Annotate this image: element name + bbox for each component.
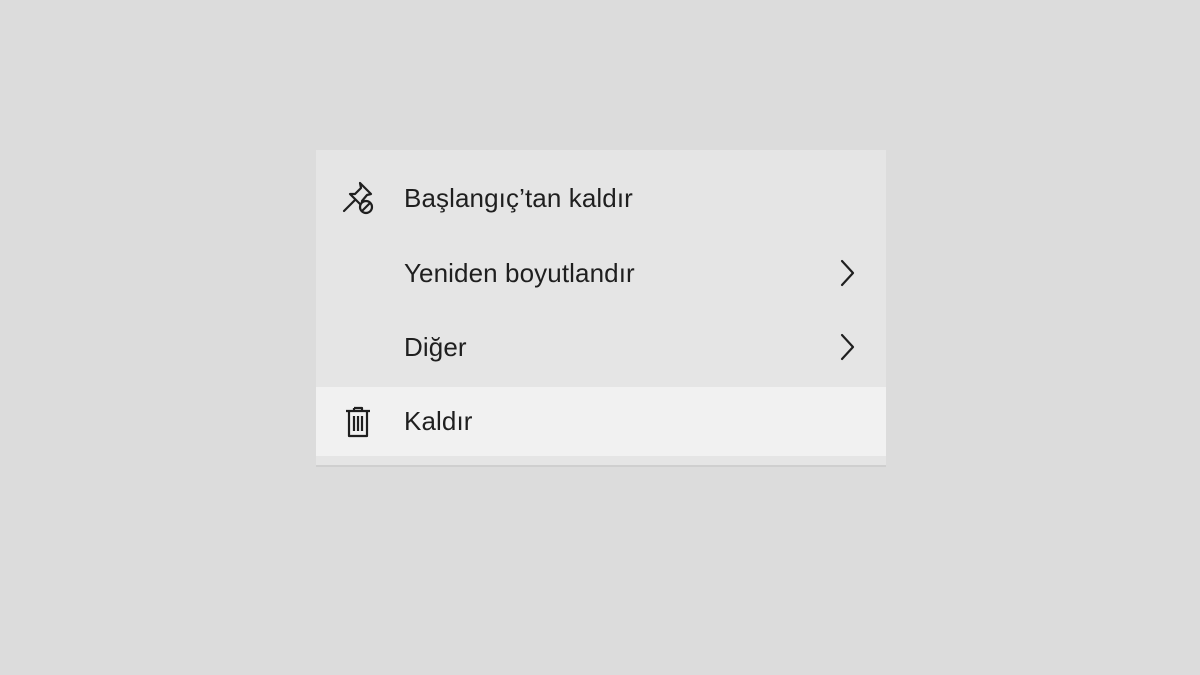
chevron-right-icon: [836, 258, 858, 288]
context-menu: Başlangıç’tan kaldır Yeniden boyutlandır…: [316, 150, 886, 467]
menu-item-label: Kaldır: [404, 406, 473, 436]
menu-item-resize[interactable]: Yeniden boyutlandır: [316, 238, 886, 308]
unpin-icon: [338, 178, 378, 218]
menu-item-uninstall[interactable]: Kaldır: [316, 387, 886, 456]
menu-item-label: Yeniden boyutlandır: [404, 257, 635, 288]
menu-item-more[interactable]: Diğer: [316, 312, 886, 382]
trash-icon: [338, 402, 378, 442]
menu-item-unpin-from-start[interactable]: Başlangıç’tan kaldır: [316, 163, 886, 233]
menu-item-label: Diğer: [404, 331, 467, 362]
menu-item-label: Başlangıç’tan kaldır: [404, 182, 633, 213]
chevron-right-icon: [836, 332, 858, 362]
